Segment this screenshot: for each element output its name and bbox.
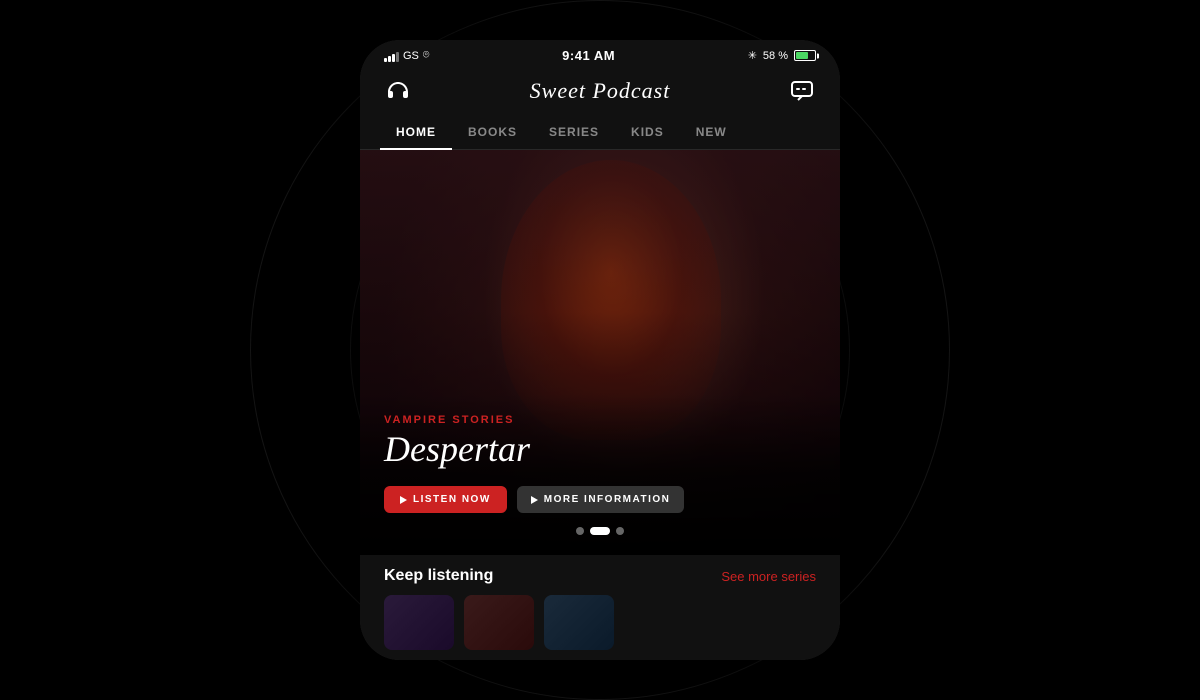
thumbnail-1[interactable] — [384, 595, 454, 650]
see-more-link[interactable]: See more series — [721, 569, 816, 584]
tab-kids[interactable]: KIDS — [615, 115, 680, 149]
status-bar: GS ⌾ 9:41 AM ✳ 58 % — [360, 40, 840, 67]
headphones-icon[interactable] — [384, 77, 412, 105]
more-info-button[interactable]: MORE INFORMATION — [517, 486, 685, 513]
app-header: Sweet Podcast — [360, 67, 840, 115]
signal-bar-3 — [392, 54, 395, 62]
dot-3[interactable] — [616, 527, 624, 535]
carousel-dots — [384, 527, 816, 535]
chat-icon[interactable] — [788, 77, 816, 105]
hero-overlay: VAMPIRE STORIES Despertar LISTEN NOW MOR… — [360, 394, 840, 555]
status-time: 9:41 AM — [562, 48, 615, 63]
keep-listening-section: Keep listening See more series — [360, 555, 840, 595]
carrier-label: GS — [403, 50, 419, 62]
episode-title: Despertar — [384, 430, 816, 470]
play-icon — [400, 496, 407, 504]
bluetooth-icon: ✳ — [748, 49, 757, 62]
signal-bar-2 — [388, 56, 391, 62]
listen-button-label: LISTEN NOW — [413, 494, 491, 505]
more-play-icon — [531, 496, 538, 504]
series-name: VAMPIRE STORIES — [384, 414, 816, 426]
tab-home[interactable]: HOME — [380, 115, 452, 149]
more-button-label: MORE INFORMATION — [544, 494, 671, 505]
phone-frame: GS ⌾ 9:41 AM ✳ 58 % Sweet Podcast — [360, 40, 840, 660]
battery-body — [794, 50, 816, 61]
signal-bar-1 — [384, 58, 387, 62]
dot-2[interactable] — [590, 527, 610, 535]
listen-now-button[interactable]: LISTEN NOW — [384, 486, 507, 513]
thumbnails-strip — [360, 595, 840, 660]
thumbnail-2[interactable] — [464, 595, 534, 650]
tab-new[interactable]: NEW — [680, 115, 743, 149]
hero-buttons: LISTEN NOW MORE INFORMATION — [384, 486, 816, 513]
battery-percent: 58 % — [763, 50, 788, 62]
nav-tabs: HOME BOOKS SERIES KIDS NEW — [360, 115, 840, 150]
battery-fill — [796, 52, 808, 59]
tab-series[interactable]: SERIES — [533, 115, 615, 149]
hero-banner: VAMPIRE STORIES Despertar LISTEN NOW MOR… — [360, 150, 840, 555]
keep-listening-title: Keep listening — [384, 567, 493, 585]
dot-1[interactable] — [576, 527, 584, 535]
signal-bar-4 — [396, 52, 399, 62]
signal-bars — [384, 50, 399, 62]
wifi-icon: ⌾ — [423, 49, 430, 62]
status-left: GS ⌾ — [384, 49, 430, 62]
app-title: Sweet Podcast — [530, 78, 671, 104]
thumbnail-3[interactable] — [544, 595, 614, 650]
battery-indicator — [794, 50, 816, 61]
status-right: ✳ 58 % — [748, 49, 816, 62]
tab-books[interactable]: BOOKS — [452, 115, 533, 149]
